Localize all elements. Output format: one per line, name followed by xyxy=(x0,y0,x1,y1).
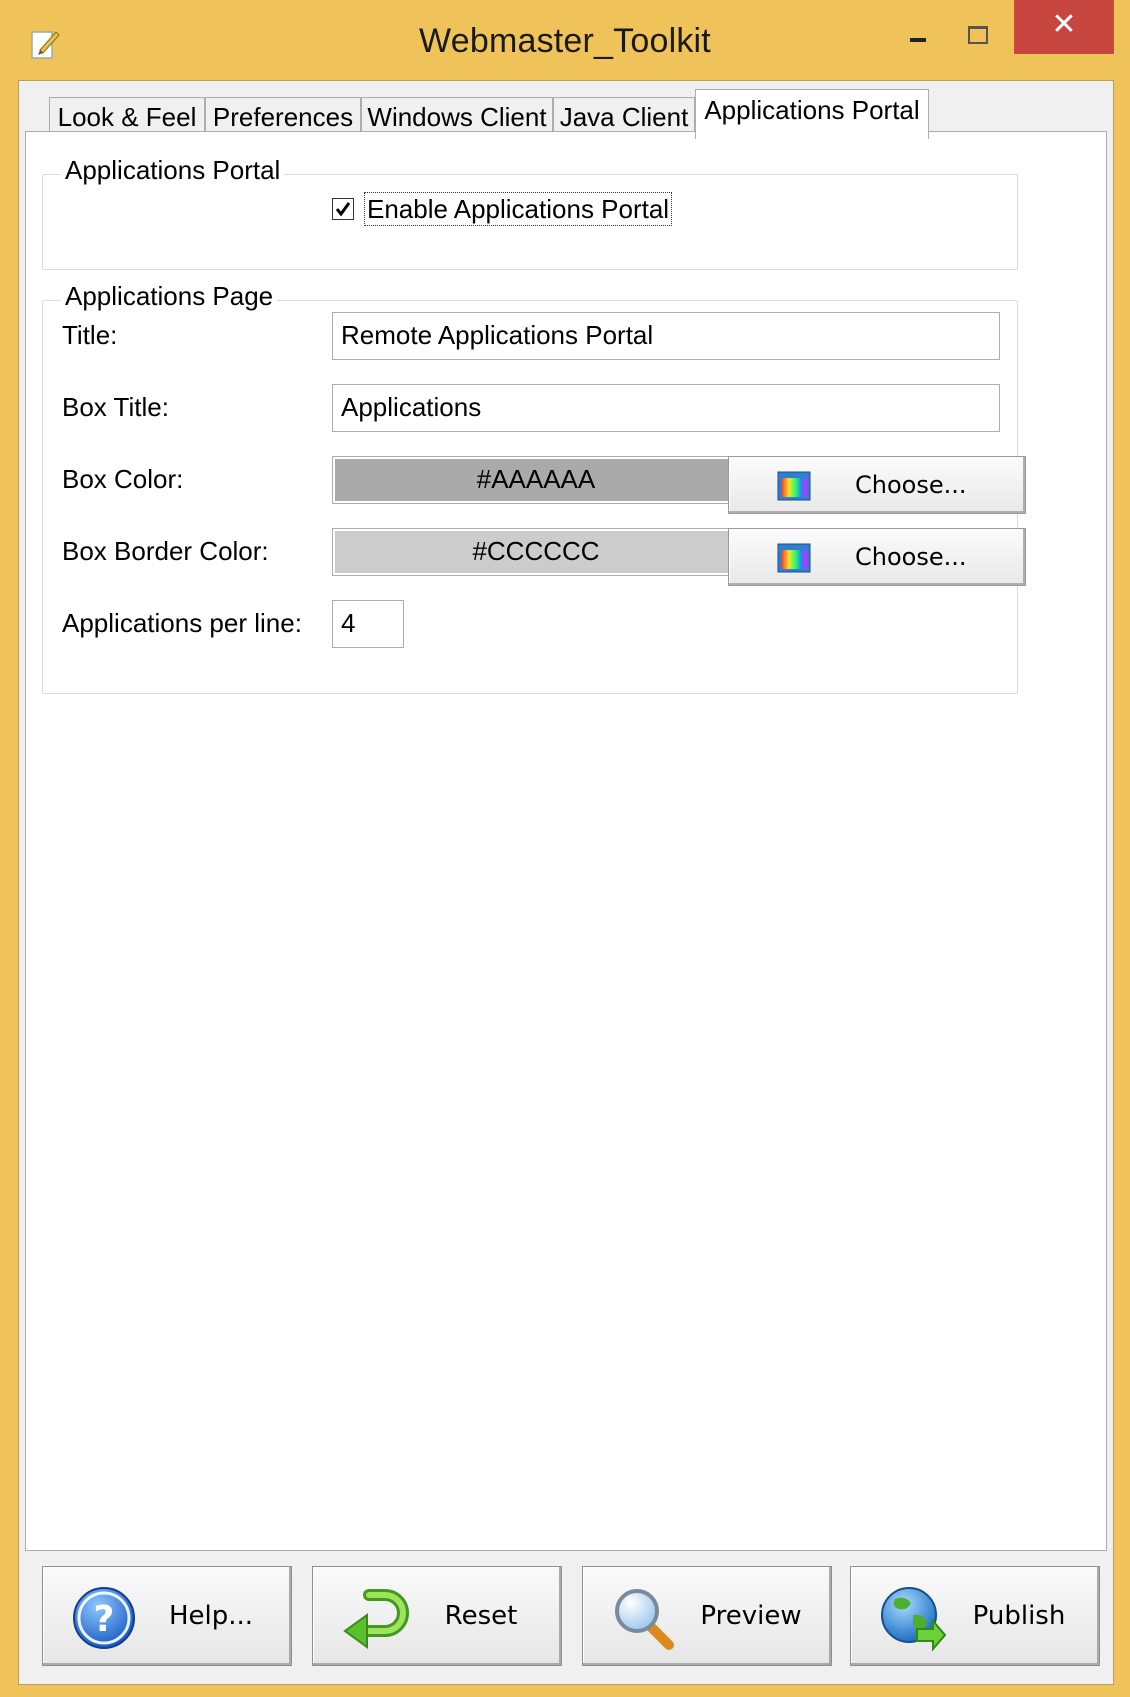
box-color-value: #AAAAAA xyxy=(335,459,737,501)
app-window: Webmaster_Toolkit ✕ Look & Feel Preferen… xyxy=(0,0,1130,1697)
group-legend: Applications Page xyxy=(61,281,278,312)
title-label: Title: xyxy=(62,320,118,350)
box-border-color-swatch: #CCCCCC xyxy=(332,528,740,576)
svg-text:?: ? xyxy=(94,1599,115,1640)
globe-publish-icon xyxy=(881,1587,947,1651)
choose-box-border-color-button[interactable]: Choose... xyxy=(728,528,1026,586)
undo-arrow-icon xyxy=(343,1589,409,1649)
maximize-button[interactable] xyxy=(954,8,1014,62)
preview-label: Preview xyxy=(700,1601,802,1631)
checkmark-icon xyxy=(335,202,351,217)
tab-page-applications-portal: Applications Portal Enable Applications … xyxy=(25,131,1107,1551)
reset-button[interactable]: Reset xyxy=(312,1566,562,1666)
box-border-color-label: Box Border Color: xyxy=(62,536,269,566)
choose-label: Choose... xyxy=(855,543,967,571)
minimize-button[interactable] xyxy=(894,8,954,62)
publish-button[interactable]: Publish xyxy=(850,1566,1100,1666)
color-palette-icon xyxy=(777,471,811,501)
apps-per-line-label: Applications per line: xyxy=(62,608,302,638)
help-icon: ? xyxy=(73,1587,135,1649)
box-title-input[interactable]: Applications xyxy=(332,384,1000,432)
apps-per-line-input[interactable]: 4 xyxy=(332,600,404,648)
close-button[interactable]: ✕ xyxy=(1014,0,1114,54)
magnifier-icon xyxy=(615,1589,674,1650)
checkbox-label: Enable Applications Portal xyxy=(364,192,673,226)
help-label: Help... xyxy=(168,1601,254,1631)
color-palette-icon xyxy=(777,543,811,573)
title-input[interactable]: Remote Applications Portal xyxy=(332,312,1000,360)
reset-label: Reset xyxy=(444,1601,518,1631)
title-bar[interactable]: Webmaster_Toolkit ✕ xyxy=(0,0,1130,88)
box-color-swatch: #AAAAAA xyxy=(332,456,740,504)
choose-box-color-button[interactable]: Choose... xyxy=(728,456,1026,514)
checkbox[interactable] xyxy=(332,198,354,220)
box-color-label: Box Color: xyxy=(62,464,184,494)
group-legend: Applications Portal xyxy=(61,155,285,186)
client-area: Look & Feel Preferences Windows Client J… xyxy=(18,80,1114,1685)
preview-button[interactable]: Preview xyxy=(582,1566,832,1666)
help-button[interactable]: ? Help... xyxy=(42,1566,292,1666)
box-title-label: Box Title: xyxy=(62,392,169,422)
box-border-color-value: #CCCCCC xyxy=(335,531,737,573)
tab-applications-portal[interactable]: Applications Portal xyxy=(695,89,929,139)
choose-label: Choose... xyxy=(855,471,967,499)
publish-label: Publish xyxy=(972,1601,1066,1631)
